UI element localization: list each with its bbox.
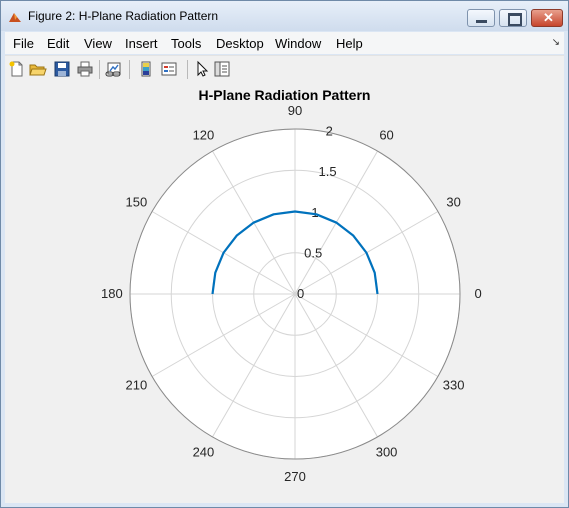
theta-tick-label: 210 [126,378,148,393]
new-figure-icon[interactable] [8,60,26,78]
theta-tick-label: 270 [284,469,306,484]
theta-tick-label: 330 [443,378,465,393]
theta-tick-label: 30 [446,194,460,209]
menu-bar: File Edit View Insert Tools Desktop Wind… [5,32,564,54]
radial-tick-label: 1 [311,205,318,220]
minimize-icon [476,20,487,23]
theta-tick-label: 240 [193,445,215,460]
maximize-button[interactable] [499,9,527,27]
minimize-button[interactable] [467,9,495,27]
menu-help[interactable]: Help [336,36,363,51]
theta-tick-label: 60 [379,127,393,142]
menu-edit[interactable]: Edit [47,36,69,51]
figure-window: Figure 2: H-Plane Radiation Pattern ✕ Fi… [0,0,569,508]
menu-file[interactable]: File [13,36,34,51]
theta-tick-label: 300 [376,445,398,460]
maximize-icon [508,13,522,26]
theta-tick-label: 180 [101,286,123,301]
theta-tick-label: 90 [288,103,302,118]
pointer-icon[interactable] [193,60,211,78]
window-title: Figure 2: H-Plane Radiation Pattern [28,9,219,23]
print-icon[interactable] [76,60,94,78]
menu-tools[interactable]: Tools [171,36,201,51]
figure-canvas: H-Plane Radiation Pattern 0 30 60 90 120 150 1… [5,84,564,503]
theta-tick-label: 120 [193,127,215,142]
figure-toolbar [5,55,564,85]
radial-tick-label: 1.5 [318,164,336,179]
property-editor-icon[interactable] [213,60,231,78]
theta-tick-label: 150 [126,194,148,209]
menu-desktop[interactable]: Desktop [216,36,264,51]
save-icon[interactable] [53,60,71,78]
radial-tick-label: 0 [297,286,304,301]
open-file-icon[interactable] [29,60,47,78]
link-plot-icon[interactable] [105,60,123,78]
polar-axes[interactable]: 0 30 60 90 120 150 180 210 240 270 300 330 0 0.5 1 1.5 2 [5,84,564,503]
toolbar-separator [99,60,100,79]
menu-insert[interactable]: Insert [125,36,158,51]
menu-window[interactable]: Window [275,36,321,51]
menu-dock-arrow-icon[interactable]: ↘ [552,37,560,48]
radial-tick-label: 2 [326,124,333,139]
colorbar-icon[interactable] [137,60,155,78]
legend-icon[interactable] [160,60,178,78]
close-icon: ✕ [543,10,554,25]
close-button[interactable]: ✕ [531,9,563,27]
toolbar-separator [187,60,188,79]
matlab-logo-icon [9,13,21,22]
title-bar[interactable]: Figure 2: H-Plane Radiation Pattern ✕ [1,1,568,31]
menu-view[interactable]: View [84,36,112,51]
radial-tick-label: 0.5 [304,245,322,260]
toolbar-separator [129,60,130,79]
theta-tick-label: 0 [475,286,482,301]
